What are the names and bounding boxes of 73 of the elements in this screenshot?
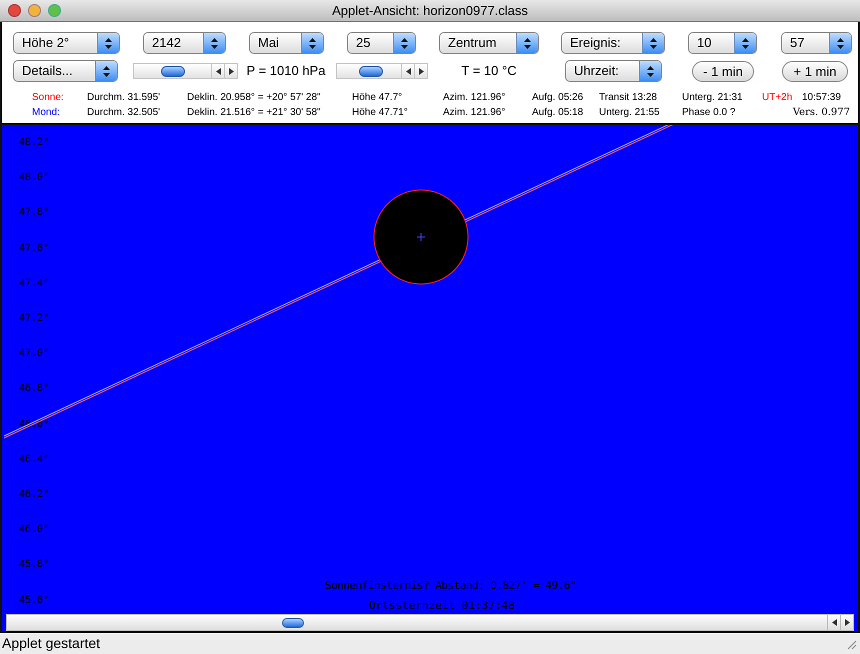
up-down-arrows-icon — [309, 38, 316, 48]
axis-label: 47.0° — [19, 348, 50, 360]
axis-label: 48.2° — [19, 137, 50, 149]
reading-label: T = 10 °C — [460, 62, 518, 80]
up-down-arrows-icon — [650, 38, 657, 48]
up-down-arrows-icon — [742, 38, 749, 48]
axis-label: 46.2° — [19, 489, 50, 501]
axis-label: 47.4° — [19, 278, 50, 290]
info-value: Transit 13:28 — [599, 91, 658, 105]
info-value: Aufg. 05:18 — [532, 106, 584, 120]
timezone-label: UT+2h — [762, 91, 794, 105]
dropdown[interactable]: 57 — [781, 32, 852, 54]
time-value: 10:57:39 — [802, 91, 842, 105]
dropdown[interactable]: Uhrzeit: — [565, 60, 662, 82]
axis-label: 46.0° — [19, 524, 50, 536]
version-label: Vers. 0.977 — [792, 106, 851, 120]
up-down-arrows-icon — [524, 38, 531, 48]
info-value: Azim. 121.96° — [443, 91, 506, 105]
eclipse-text: Sonnenfinsternis? Abstand: 0.827' = 49.6" — [325, 578, 576, 594]
dropdown[interactable]: 25 — [347, 32, 416, 54]
axis-label: 45.6° — [19, 594, 50, 607]
info-value: Höhe 47.7° — [352, 91, 404, 105]
horizontal-scrollbar[interactable] — [6, 614, 854, 631]
axis-label: 46.4° — [19, 454, 50, 466]
dropdown[interactable]: Zentrum — [439, 32, 539, 54]
info-value: Azim. 121.96° — [443, 106, 506, 120]
left-arrow-icon[interactable] — [401, 64, 414, 78]
up-down-arrows-icon — [647, 66, 654, 76]
info-value: Durchm. 32.505' — [87, 106, 162, 120]
center-cross-icon — [416, 232, 426, 242]
axis-label: 47.6° — [19, 242, 50, 255]
info-value: Aufg. 05:26 — [532, 91, 584, 105]
reading-label: P = 1010 hPa — [246, 62, 326, 80]
axis-label: 48.0° — [19, 172, 50, 184]
slider[interactable] — [336, 63, 428, 79]
dropdown[interactable]: Details... — [13, 60, 118, 82]
axis-label: 45.8° — [19, 559, 50, 572]
slider-thumb[interactable] — [358, 66, 383, 77]
info-value: Phase 0.0 ? — [682, 106, 736, 120]
dropdown[interactable]: Höhe 2° — [13, 32, 120, 54]
slider[interactable] — [133, 63, 238, 79]
info-value: Unterg. 21:31 — [682, 91, 744, 105]
up-down-arrows-icon — [211, 38, 218, 48]
up-down-arrows-icon — [837, 38, 844, 48]
body-label: Mond: — [32, 106, 61, 120]
axis-label: 47.8° — [19, 207, 50, 220]
window-title: Applet-Ansicht: horizon0977.class — [332, 2, 528, 20]
resize-grip-icon[interactable] — [845, 638, 857, 650]
left-arrow-icon[interactable] — [827, 615, 840, 630]
dropdown[interactable]: Ereignis: — [561, 32, 665, 54]
info-value: Durchm. 31.595' — [87, 91, 162, 105]
up-down-arrows-icon — [103, 66, 110, 76]
minimize-icon[interactable] — [28, 4, 41, 17]
status-text: Applet gestartet — [2, 634, 100, 653]
sidereal-time-text: Ortssternzeit 01:37:48 — [369, 598, 515, 614]
dropdown[interactable]: 10 — [688, 32, 757, 54]
slider-thumb[interactable] — [160, 66, 185, 77]
time-step-button[interactable]: - 1 min — [692, 60, 754, 82]
axis-label: 47.2° — [19, 313, 50, 325]
scrollbar-thumb[interactable] — [282, 618, 304, 628]
up-down-arrows-icon — [105, 38, 112, 48]
info-value: Deklin. 21.516° = +21° 30' 58" — [187, 106, 322, 120]
close-icon[interactable] — [8, 4, 21, 17]
info-value: Höhe 47.71° — [352, 106, 409, 120]
info-value: Deklin. 20.958° = +20° 57' 28" — [187, 91, 322, 105]
dropdown[interactable]: 2142 — [143, 32, 226, 54]
body-label: Sonne: — [32, 91, 65, 105]
axis-label: 46.8° — [19, 383, 50, 396]
up-down-arrows-icon — [401, 38, 408, 48]
info-value: Unterg. 21:55 — [599, 106, 661, 120]
dropdown[interactable]: Mai — [249, 32, 324, 54]
time-step-button[interactable]: + 1 min — [782, 60, 848, 82]
left-arrow-icon[interactable] — [211, 64, 224, 78]
